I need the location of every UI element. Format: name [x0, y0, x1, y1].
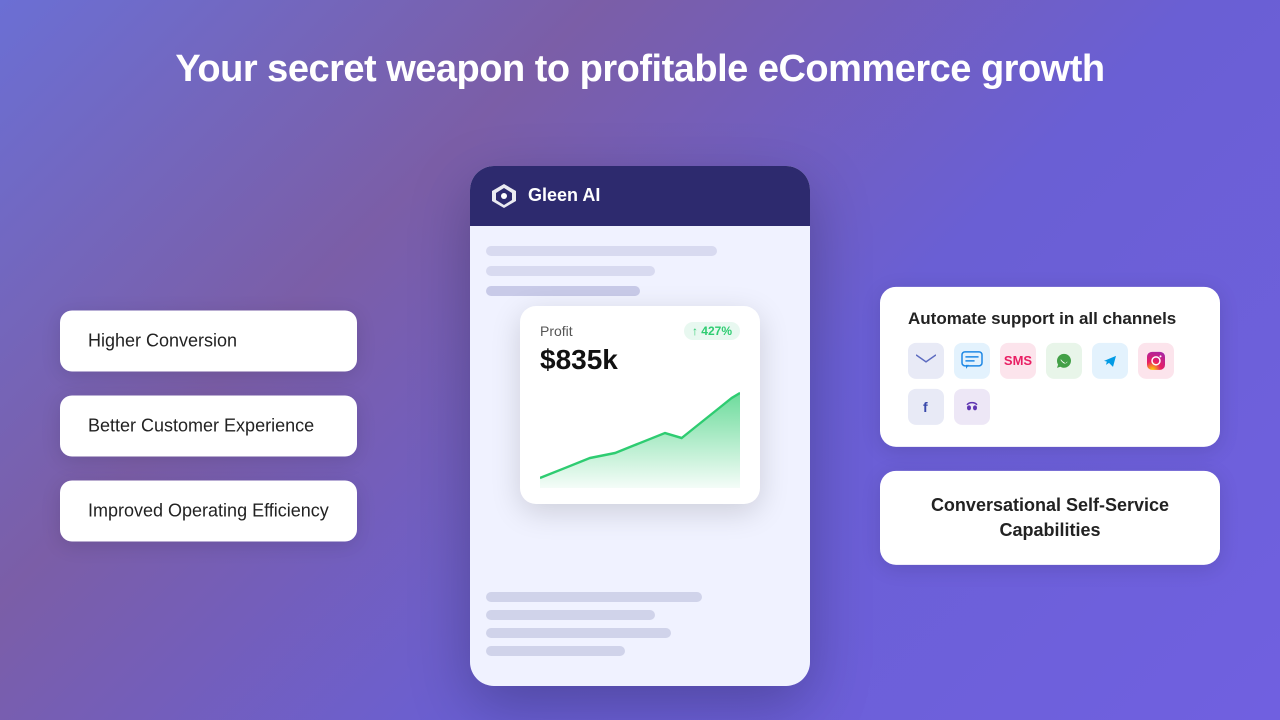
channel-icons-row: SMS	[908, 342, 1192, 424]
email-channel-icon	[908, 342, 944, 378]
phone-brand: Gleen AI	[528, 185, 600, 206]
facebook-channel-icon: f	[908, 388, 944, 424]
profit-badge: ↑ 427%	[684, 322, 740, 340]
skeleton-line	[486, 266, 655, 276]
whatsapp-channel-icon	[1046, 342, 1082, 378]
profit-card: Profit ↑ 427% $835k	[520, 306, 760, 504]
phone-body: Profit ↑ 427% $835k	[470, 226, 810, 686]
left-panels: Higher Conversion Better Customer Experi…	[60, 310, 357, 541]
phone-frame: Gleen AI Profit ↑ 427% $835k	[470, 166, 810, 686]
skeleton-line	[486, 610, 655, 620]
profit-label: Profit	[540, 323, 573, 339]
skeleton-line	[486, 646, 625, 656]
skeleton-line	[486, 628, 671, 638]
phone-header: Gleen AI	[470, 166, 810, 226]
phone-mockup: Gleen AI Profit ↑ 427% $835k	[470, 166, 810, 686]
automate-support-card: Automate support in all channels	[880, 286, 1220, 446]
chat-channel-icon	[954, 342, 990, 378]
sms-channel-icon: SMS	[1000, 342, 1036, 378]
page-title: Your secret weapon to profitable eCommer…	[175, 48, 1104, 91]
phone-bottom-skeleton	[486, 582, 794, 656]
feature-pill-better-customer-experience: Better Customer Experience	[60, 395, 357, 456]
automate-support-title: Automate support in all channels	[908, 308, 1192, 328]
profit-card-header: Profit ↑ 427%	[540, 322, 740, 340]
gleen-logo-icon	[490, 182, 518, 210]
telegram-channel-icon	[1092, 342, 1128, 378]
feature-pill-improved-operating-efficiency: Improved Operating Efficiency	[60, 480, 357, 541]
discord-channel-icon	[954, 388, 990, 424]
profit-chart	[540, 388, 740, 488]
main-content: Higher Conversion Better Customer Experi…	[0, 131, 1280, 720]
instagram-channel-icon	[1138, 342, 1174, 378]
profit-value: $835k	[540, 344, 740, 376]
skeleton-line	[486, 286, 640, 296]
svg-text:f: f	[923, 398, 928, 414]
skeleton-line	[486, 592, 702, 602]
feature-pill-higher-conversion: Higher Conversion	[60, 310, 357, 371]
conversational-self-service-card: Conversational Self-Service Capabilities	[880, 470, 1220, 564]
skeleton-line	[486, 246, 717, 256]
conversational-self-service-title: Conversational Self-Service Capabilities	[931, 494, 1169, 539]
right-panels: Automate support in all channels	[880, 286, 1220, 564]
